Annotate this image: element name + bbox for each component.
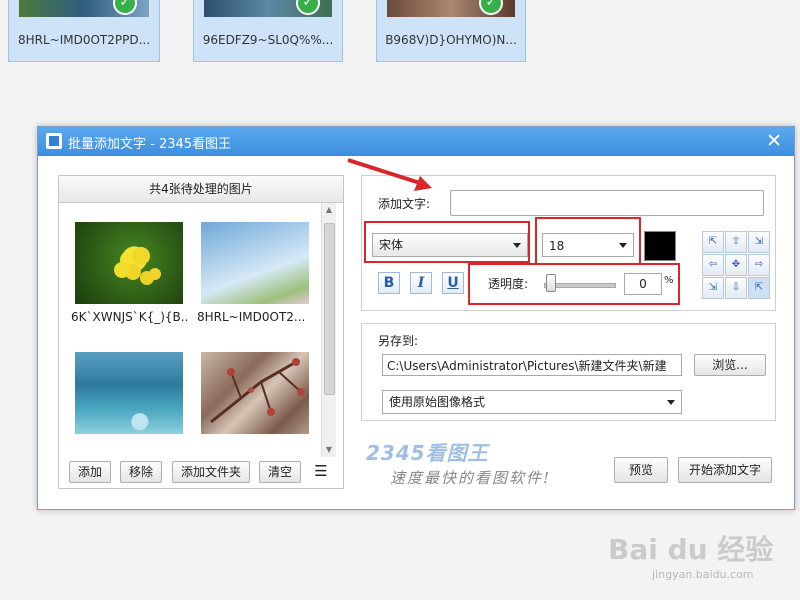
add-text-label: 添加文字:: [378, 197, 431, 211]
text-color-swatch[interactable]: [644, 231, 676, 261]
image-list-scrollbar[interactable]: ▲ ▼: [321, 203, 336, 457]
font-size-select[interactable]: 18: [542, 233, 634, 257]
opacity-unit: %: [664, 275, 674, 286]
app-icon: [46, 133, 62, 149]
italic-button[interactable]: I: [410, 272, 432, 294]
list-view-icon[interactable]: ☰: [311, 461, 331, 481]
brand-logo: 2345看图王: [366, 441, 489, 465]
image-list-panel: 共4张待处理的图片 6K`XWNJS`K{_){B... 8HRL~IMD0OT…: [58, 175, 344, 489]
save-path-input[interactable]: C:\Users\Administrator\Pictures\新建文件夹\新建: [382, 354, 682, 376]
image-thumbnail[interactable]: [201, 352, 309, 434]
title-bar[interactable]: 批量添加文字 - 2345看图王 ✕: [38, 127, 794, 156]
file-name: B968V)D}OHYMO)N...: [385, 33, 517, 47]
align-center-icon[interactable]: ✥: [725, 254, 747, 276]
align-top-center-icon[interactable]: ⇧: [725, 231, 747, 253]
brand-slogan: 速度最快的看图软件!: [390, 469, 552, 487]
opacity-label: 透明度:: [488, 277, 529, 291]
file-tile[interactable]: ✓ B968V)D}OHYMO)N...: [376, 0, 526, 62]
flower-image: [114, 247, 161, 285]
font-select-value: 宋体: [379, 238, 404, 252]
align-bottom-center-icon[interactable]: ⇩: [725, 277, 747, 299]
scrollbar-thumb[interactable]: [324, 223, 335, 395]
baidu-watermark-url: jingyan.baidu.com: [652, 568, 754, 581]
save-settings-group: 另存到: C:\Users\Administrator\Pictures\新建文…: [361, 323, 776, 421]
opacity-input[interactable]: 0: [624, 273, 662, 295]
file-name: 8HRL~IMD0OT2PPD...: [17, 33, 151, 47]
chevron-down-icon: [667, 400, 675, 405]
start-add-text-button[interactable]: 开始添加文字: [678, 457, 772, 483]
align-bottom-right-icon[interactable]: ⇱: [748, 277, 770, 299]
file-tile[interactable]: ✓ 96EDFZ9~SL0Q%%...: [193, 0, 343, 62]
font-select[interactable]: 宋体: [372, 233, 528, 257]
image-thumbnail[interactable]: [75, 222, 183, 304]
scroll-down-icon[interactable]: ▼: [322, 443, 336, 457]
baidu-watermark: Bai du 经验: [608, 533, 774, 566]
image-caption: 6K`XWNJS`K{_){B...: [71, 310, 189, 324]
underline-button[interactable]: U: [442, 272, 464, 294]
chevron-down-icon: [619, 243, 627, 248]
add-button[interactable]: 添加: [69, 461, 111, 483]
preview-button[interactable]: 预览: [614, 457, 668, 483]
align-top-left-icon[interactable]: ⇱: [702, 231, 724, 253]
clear-button[interactable]: 清空: [259, 461, 301, 483]
image-thumbnail[interactable]: [201, 222, 309, 304]
browse-button[interactable]: 浏览...: [694, 354, 766, 376]
align-middle-left-icon[interactable]: ⇦: [702, 254, 724, 276]
branch-image: [210, 358, 305, 424]
bold-button[interactable]: B: [378, 272, 400, 294]
dialog-title: 批量添加文字 - 2345看图王: [68, 137, 232, 152]
font-size-value: 18: [549, 239, 565, 253]
chevron-down-icon: [513, 243, 521, 248]
image-format-value: 使用原始图像格式: [389, 395, 486, 409]
scroll-up-icon[interactable]: ▲: [322, 203, 336, 217]
opacity-slider-handle[interactable]: [546, 274, 556, 292]
batch-add-text-dialog: 批量添加文字 - 2345看图王 ✕ 共4张待处理的图片 6K`XWNJS`K{…: [37, 126, 795, 510]
file-tile[interactable]: ✓ 8HRL~IMD0OT2PPD...: [8, 0, 160, 62]
file-name: 96EDFZ9~SL0Q%%...: [202, 33, 334, 47]
add-text-input[interactable]: [450, 190, 764, 216]
align-top-right-icon[interactable]: ⇲: [748, 231, 770, 253]
image-thumbnail[interactable]: [75, 352, 183, 434]
image-caption: 8HRL~IMD0OT2...: [197, 310, 306, 324]
remove-button[interactable]: 移除: [120, 461, 162, 483]
add-folder-button[interactable]: 添加文件夹: [172, 461, 250, 483]
save-to-label: 另存到:: [378, 334, 419, 348]
close-icon[interactable]: ✕: [766, 130, 782, 152]
image-format-select[interactable]: 使用原始图像格式: [382, 390, 682, 414]
align-bottom-left-icon[interactable]: ⇲: [702, 277, 724, 299]
align-middle-right-icon[interactable]: ⇨: [748, 254, 770, 276]
text-settings-group: 添加文字: 宋体 18 B I U 透明度: 0 % ⇱ ⇧ ⇲ ⇦ ✥ ⇨ ⇲…: [361, 175, 776, 311]
image-count-header: 共4张待处理的图片: [59, 176, 343, 203]
